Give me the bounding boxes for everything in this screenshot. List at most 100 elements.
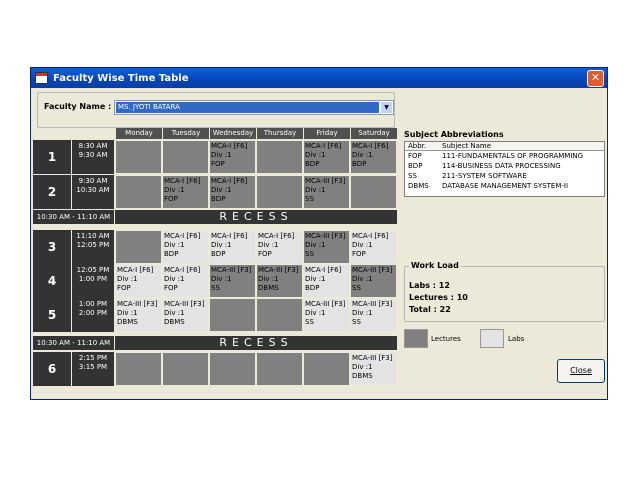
period-number: 5 (33, 298, 71, 332)
timetable-cell[interactable] (256, 298, 303, 332)
timetable-cell[interactable]: MCA-III [F3] Div :1 SS (303, 298, 350, 332)
timetable-cell[interactable]: MCA-I [F6] Div :1 BDP (209, 230, 256, 264)
timetable-cell[interactable]: MCA-III [F3] Div :1 SS (303, 175, 350, 209)
cell-line: MCA-III [F3] (305, 300, 346, 308)
cell-line: BDP (211, 195, 226, 203)
period-start-time: 12:05 PM (76, 266, 110, 274)
timetable-cell[interactable] (115, 140, 162, 174)
workload-group: Work Load Labs : 12 Lectures : 10 Total … (404, 261, 605, 322)
abbr-column-header: Abbr. (408, 142, 427, 150)
cell-line: BDP (352, 160, 367, 168)
timetable-cell[interactable] (303, 352, 350, 386)
timetable-cell[interactable]: MCA-I [F6] Div :1 FOP (256, 230, 303, 264)
abbreviation-row[interactable]: DBMS DATABASE MANAGEMENT SYSTEM-II (405, 181, 604, 191)
cell-line: MCA-I [F6] (258, 232, 295, 240)
timetable-cell[interactable]: MCA-I [F6] Div :1 FOP (209, 140, 256, 174)
cell-line: MCA-I [F6] (352, 142, 389, 150)
period-end-time: 10:30 AM (76, 186, 110, 194)
cell-line: SS (305, 318, 314, 326)
timetable-cell[interactable]: MCA-I [F6] Div :1 BDP (162, 230, 209, 264)
cell-line: Div :1 (211, 275, 232, 283)
cell-line: SS (305, 195, 314, 203)
timetable-cell[interactable]: MCA-I [F6] Div :1 FOP (350, 230, 397, 264)
cell-line: Div :1 (211, 151, 232, 159)
recess-bar: RECESS (115, 210, 397, 224)
day-header-thursday: Thursday (256, 128, 303, 139)
cell-line: MCA-I [F6] (352, 232, 389, 240)
cell-line: MCA-III [F3] (305, 177, 346, 185)
timetable-cell[interactable]: MCA-III [F3] Div :1 DBMS (350, 352, 397, 386)
timetable-cell[interactable]: MCA-I [F6] Div :1 FOP (162, 175, 209, 209)
window-title: Faculty Wise Time Table (53, 72, 189, 84)
cell-line: MCA-I [F6] (305, 142, 342, 150)
cell-line: SS (211, 284, 220, 292)
labs-legend-swatch (480, 329, 504, 348)
faculty-name-value: MS. JYOTI BATARA (116, 102, 379, 113)
cell-line: BDP (305, 160, 320, 168)
timetable-cell[interactable] (162, 352, 209, 386)
timetable-cell[interactable]: MCA-III [F3] Div :1 SS (209, 264, 256, 298)
cell-line: MCA-III [F3] (305, 232, 346, 240)
period-time: 8:30 AM 9:30 AM (72, 140, 114, 174)
cell-line: MCA-III [F3] (352, 266, 393, 274)
day-header-friday: Friday (303, 128, 350, 139)
labs-legend-label: Labs (508, 335, 525, 343)
timetable-cell[interactable] (115, 352, 162, 386)
timetable-cell[interactable]: MCA-III [F3] Div :1 SS (303, 230, 350, 264)
cell-line: SS (352, 318, 361, 326)
period-start-time: 11:10 AM (76, 232, 110, 240)
timetable-cell[interactable]: MCA-III [F3] Div :1 DBMS (115, 298, 162, 332)
period-time: 11:10 AM 12:05 PM (72, 230, 114, 264)
timetable-cell[interactable] (256, 175, 303, 209)
abbreviation-code: BDP (408, 162, 423, 170)
cell-line: MCA-III [F3] (352, 300, 393, 308)
window-close-button[interactable]: ✕ (587, 69, 604, 87)
workload-lectures: Lectures : 10 (409, 293, 468, 302)
title-bar[interactable]: Faculty Wise Time Table ✕ (31, 68, 607, 88)
faculty-name-label: Faculty Name : (44, 102, 112, 111)
timetable-cell[interactable] (256, 140, 303, 174)
cell-line: Div :1 (117, 309, 138, 317)
cell-line: FOP (211, 160, 225, 168)
workload-labs: Labs : 12 (409, 281, 450, 290)
timetable-cell[interactable]: MCA-III [F3] Div :1 SS (350, 264, 397, 298)
timetable-cell[interactable]: MCA-III [F3] Div :1 DBMS (162, 298, 209, 332)
cell-line: Div :1 (258, 241, 279, 249)
cell-line: FOP (164, 284, 178, 292)
timetable-cell[interactable]: MCA-I [F6] Div :1 BDP (350, 140, 397, 174)
timetable-cell[interactable] (209, 298, 256, 332)
timetable-cell[interactable]: MCA-I [F6] Div :1 FOP (162, 264, 209, 298)
cell-line: FOP (117, 284, 131, 292)
subject-name: 111-FUNDAMENTALS OF PROGRAMMING (442, 152, 584, 160)
timetable-cell[interactable]: MCA-I [F6] Div :1 BDP (303, 264, 350, 298)
timetable-cell[interactable] (115, 230, 162, 264)
dropdown-arrow-icon[interactable]: ▼ (381, 102, 392, 113)
timetable-cell[interactable]: MCA-III [F3] Div :1 DBMS (256, 264, 303, 298)
cell-line: MCA-I [F6] (164, 177, 201, 185)
timetable-cell[interactable]: MCA-I [F6] Div :1 BDP (303, 140, 350, 174)
abbreviation-row[interactable]: SS 211-SYSTEM SOFTWARE (405, 171, 604, 181)
window-app-icon (35, 72, 48, 84)
subject-abbreviations-list[interactable]: Abbr. Subject Name FOP 111-FUNDAMENTALS O… (404, 141, 605, 197)
cell-line: Div :1 (117, 275, 138, 283)
abbreviation-row[interactable]: FOP 111-FUNDAMENTALS OF PROGRAMMING (405, 151, 604, 161)
lectures-legend-swatch (404, 329, 428, 348)
period-end-time: 1:00 PM (78, 275, 108, 283)
cell-line: MCA-I [F6] (305, 266, 342, 274)
timetable-cell[interactable] (162, 140, 209, 174)
timetable-cell[interactable] (115, 175, 162, 209)
cell-line: Div :1 (352, 241, 373, 249)
timetable-cell[interactable] (350, 175, 397, 209)
timetable-cell[interactable]: MCA-I [F6] Div :1 FOP (115, 264, 162, 298)
timetable-cell[interactable] (256, 352, 303, 386)
close-button[interactable]: Close (557, 359, 605, 383)
subject-name-column-header: Subject Name (442, 142, 492, 150)
timetable-cell[interactable]: MCA-III [F3] Div :1 SS (350, 298, 397, 332)
abbreviation-row[interactable]: BDP 114-BUSINESS DATA PROCESSING (405, 161, 604, 171)
timetable-cell[interactable] (209, 352, 256, 386)
timetable-cell[interactable]: MCA-I [F6] Div :1 BDP (209, 175, 256, 209)
faculty-name-dropdown[interactable]: MS. JYOTI BATARA ▼ (114, 100, 394, 115)
period-end-time: 2:00 PM (78, 309, 108, 317)
subject-name: 114-BUSINESS DATA PROCESSING (442, 162, 561, 170)
cell-line: DBMS (164, 318, 185, 326)
